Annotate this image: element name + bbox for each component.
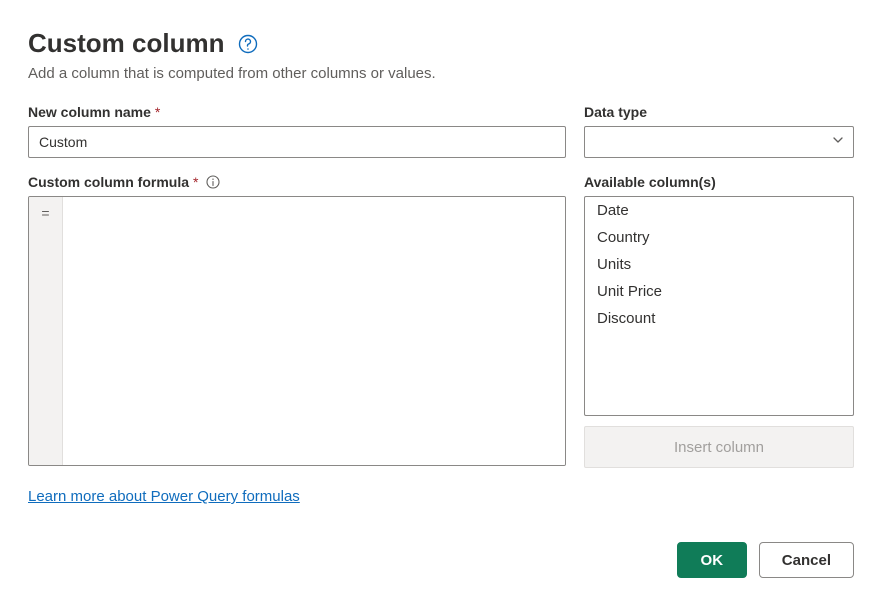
ok-button[interactable]: OK bbox=[677, 542, 747, 578]
data-type-select[interactable] bbox=[584, 126, 854, 158]
form-row-1: New column name * Data type bbox=[28, 104, 854, 158]
column-name-label: New column name * bbox=[28, 104, 566, 120]
list-item[interactable]: Date bbox=[585, 197, 853, 224]
dialog-footer: OK Cancel bbox=[28, 542, 854, 578]
data-type-field: Data type bbox=[584, 104, 854, 158]
formula-label: Custom column formula * bbox=[28, 174, 566, 190]
column-name-input[interactable] bbox=[28, 126, 566, 158]
formula-editor: = bbox=[28, 196, 566, 466]
help-icon[interactable] bbox=[238, 34, 258, 54]
insert-column-button[interactable]: Insert column bbox=[584, 426, 854, 468]
available-columns-label: Available column(s) bbox=[584, 174, 854, 190]
list-item[interactable]: Discount bbox=[585, 305, 853, 332]
required-marker: * bbox=[193, 174, 198, 190]
form-row-2: Custom column formula * = Learn more abo… bbox=[28, 174, 854, 506]
data-type-label: Data type bbox=[584, 104, 854, 120]
cancel-button[interactable]: Cancel bbox=[759, 542, 854, 578]
list-item[interactable]: Units bbox=[585, 251, 853, 278]
info-icon[interactable] bbox=[206, 175, 220, 189]
formula-textarea[interactable] bbox=[63, 197, 565, 465]
page-title: Custom column bbox=[28, 28, 224, 59]
formula-prefix: = bbox=[29, 197, 63, 465]
column-name-field: New column name * bbox=[28, 104, 566, 158]
list-item[interactable]: Country bbox=[585, 224, 853, 251]
formula-field: Custom column formula * = Learn more abo… bbox=[28, 174, 566, 506]
available-columns-list[interactable]: Date Country Units Unit Price Discount bbox=[584, 196, 854, 416]
dialog-header: Custom column bbox=[28, 28, 854, 59]
available-columns-field: Available column(s) Date Country Units U… bbox=[584, 174, 854, 506]
learn-more-link[interactable]: Learn more about Power Query formulas bbox=[28, 488, 300, 505]
required-marker: * bbox=[155, 104, 160, 120]
page-subtitle: Add a column that is computed from other… bbox=[28, 65, 854, 82]
list-item[interactable]: Unit Price bbox=[585, 278, 853, 305]
